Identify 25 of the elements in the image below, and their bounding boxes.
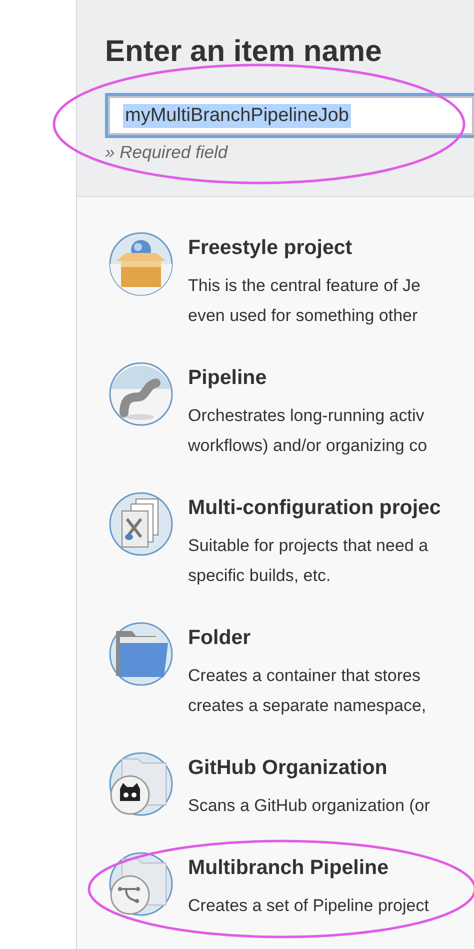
folder-icon <box>108 621 174 687</box>
required-field-hint: » Required field <box>105 142 229 163</box>
item-type-title[interactable]: Multi-configuration projec <box>188 496 441 520</box>
item-type-description: Orchestrates long-running activ <box>188 405 426 427</box>
item-type-title[interactable]: Multibranch Pipeline <box>188 856 429 880</box>
item-type-description: Creates a container that stores <box>188 665 422 687</box>
item-type-title[interactable]: Folder <box>188 626 426 650</box>
item-type-title[interactable]: Pipeline <box>188 366 428 390</box>
item-type-description: Scans a GitHub organization (or <box>188 795 430 817</box>
item-type-description: even used for something other <box>188 305 419 327</box>
item-type-description: This is the central feature of Je <box>188 275 420 297</box>
item-type-description: workflows) and/or organizing co <box>188 435 428 457</box>
pipe-icon <box>108 361 174 427</box>
page-heading: Enter an item name <box>105 34 383 70</box>
item-type-title[interactable]: Freestyle project <box>188 236 420 260</box>
item-type-description: Creates a set of Pipeline project <box>188 895 429 917</box>
item-name-field[interactable]: myMultiBranchPipelineJob <box>105 93 474 138</box>
item-type-description: specific builds, etc. <box>188 565 332 587</box>
github-folder-icon <box>108 751 174 817</box>
item-type-title[interactable]: GitHub Organization <box>188 756 430 780</box>
item-type-description: creates a separate namespace, <box>188 695 426 717</box>
item-type-description: Suitable for projects that need a <box>188 535 430 557</box>
box-icon <box>108 231 174 297</box>
documents-icon <box>108 491 174 557</box>
branch-folder-icon <box>108 851 174 917</box>
